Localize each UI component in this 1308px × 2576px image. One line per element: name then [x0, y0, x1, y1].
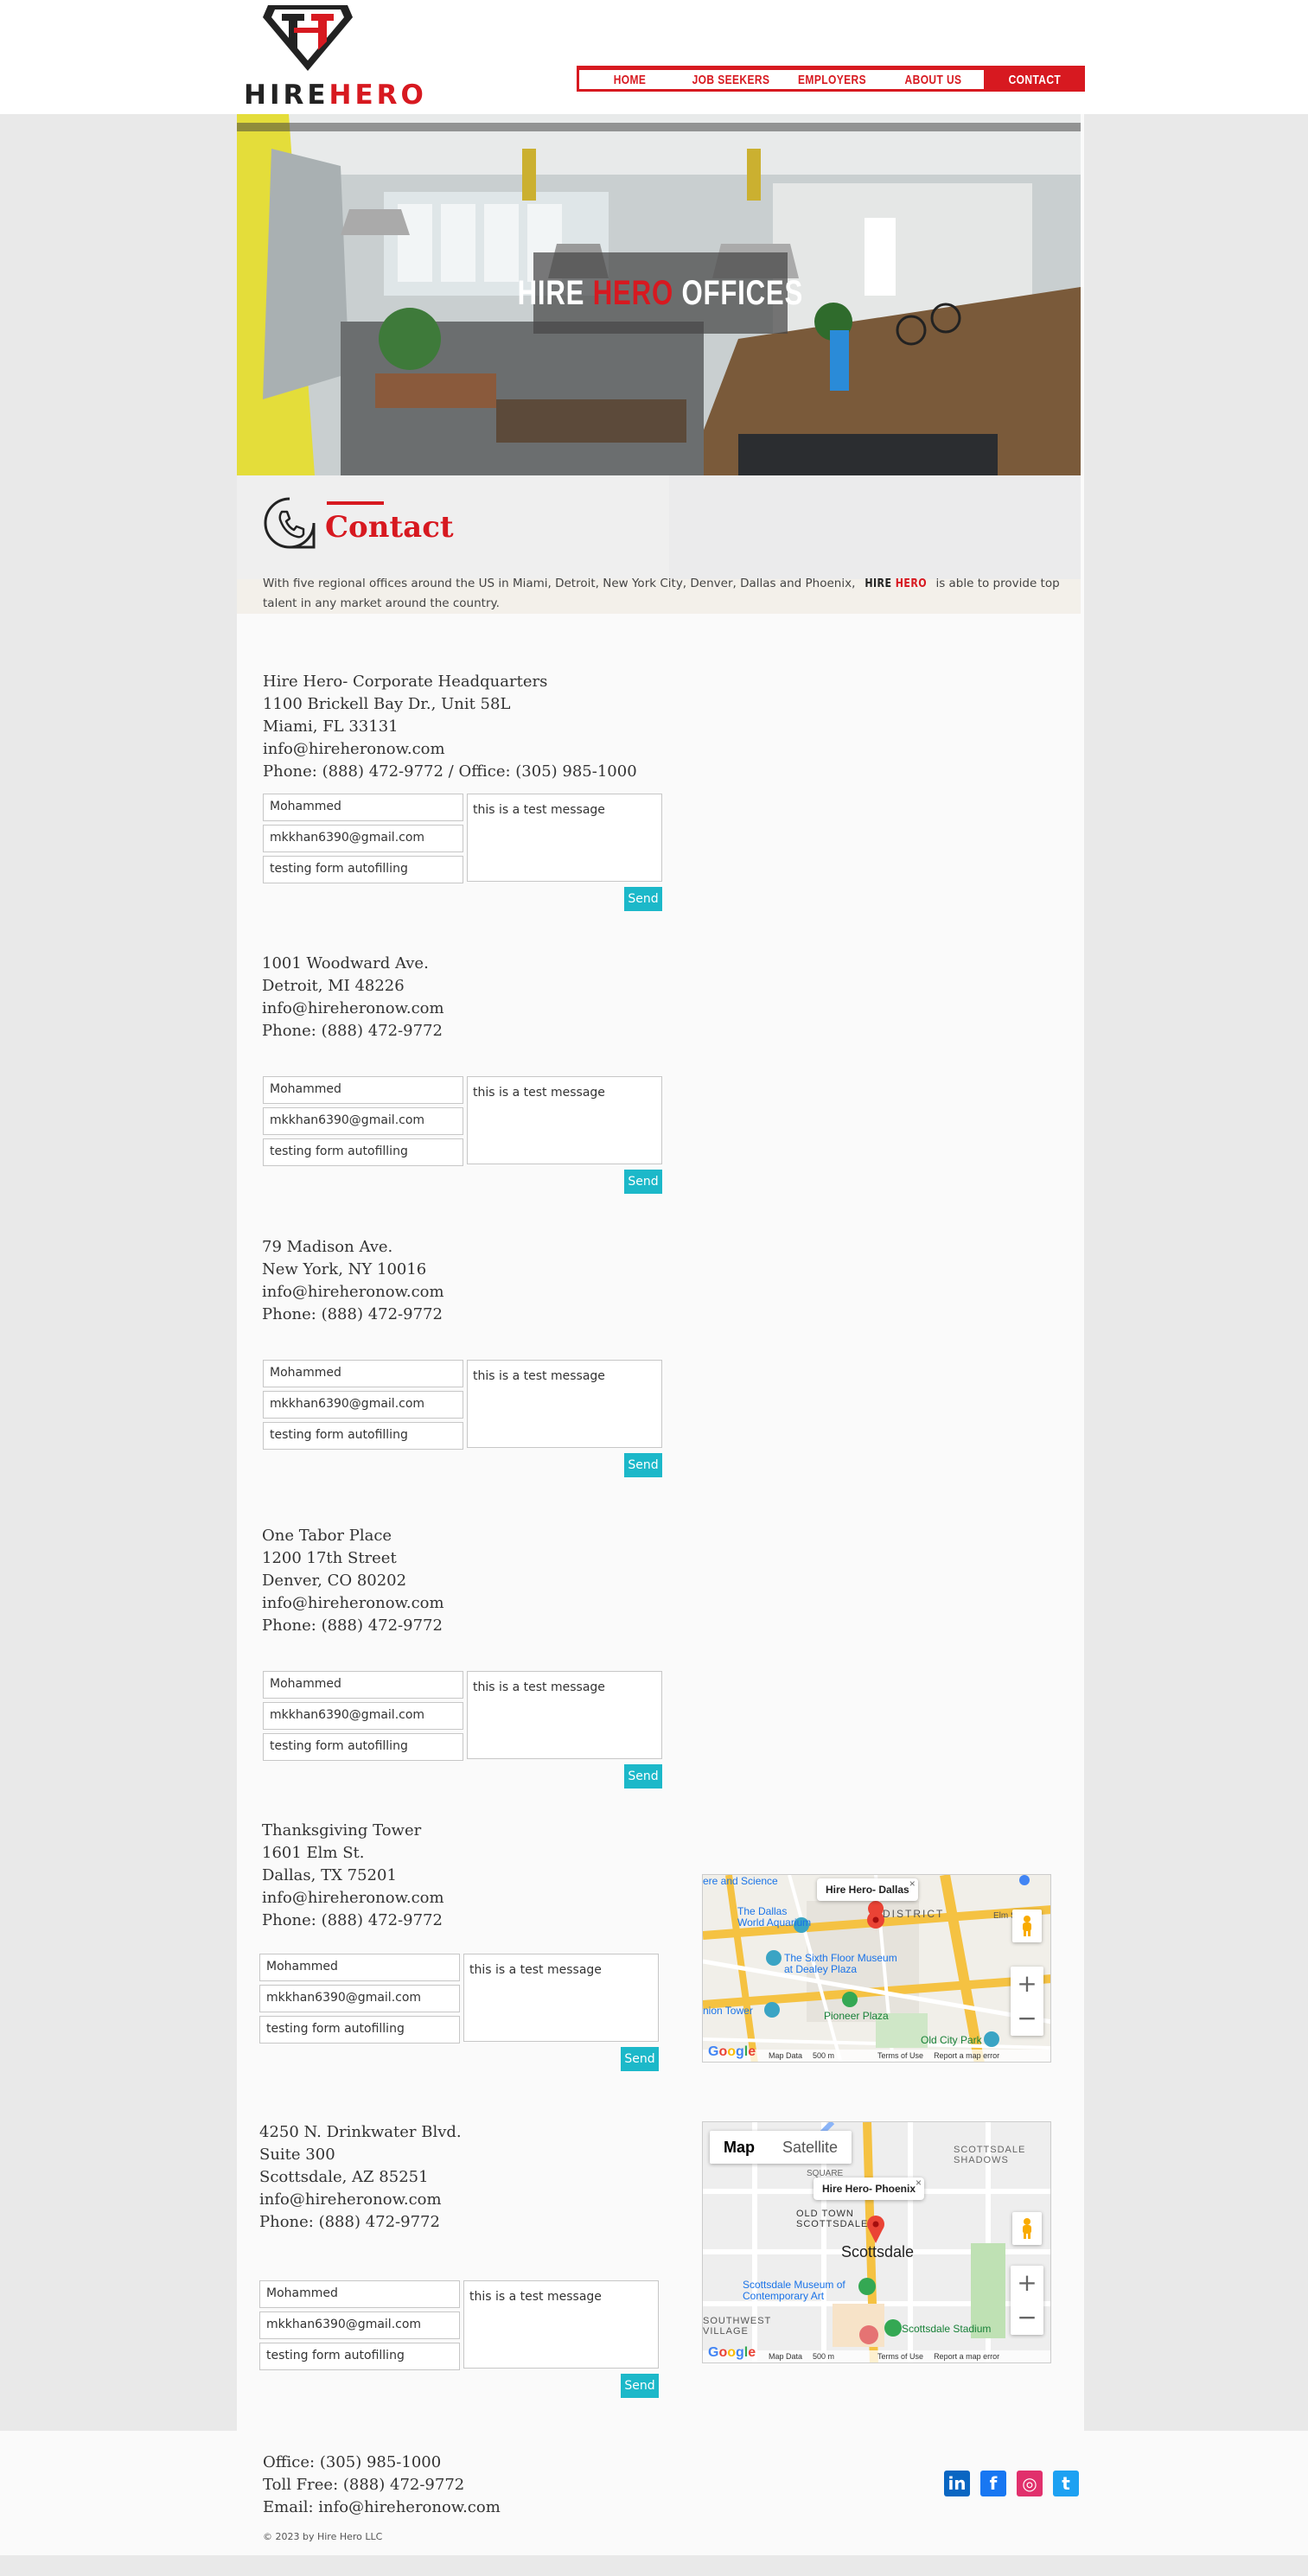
close-icon[interactable]: × — [909, 1878, 916, 1890]
send-button[interactable]: Send — [624, 887, 662, 911]
office-phone: Phone: (888) 472-9772 — [262, 1616, 443, 1635]
logo-emblem-icon — [263, 5, 353, 71]
send-button[interactable]: Send — [621, 2374, 659, 2398]
twitter-icon[interactable]: t — [1053, 2471, 1079, 2496]
pegman-icon[interactable] — [1012, 2212, 1042, 2245]
name-field[interactable]: Mohammed — [259, 2280, 460, 2308]
map-type-satellite[interactable]: Satellite — [769, 2131, 852, 2164]
zoom-in-button[interactable]: + — [1011, 1967, 1043, 2001]
intro-brand: HIRE HERO — [865, 577, 927, 590]
office-email[interactable]: info@hireheronow.com — [262, 998, 444, 1020]
office-phone: Phone: (888) 472-9772 — [262, 1911, 443, 1929]
phone-icon — [264, 497, 316, 549]
name-field[interactable]: Mohammed — [263, 794, 463, 821]
name-field[interactable]: Mohammed — [263, 1360, 463, 1387]
message-field[interactable]: this is a test message — [463, 1954, 659, 2042]
footer-office-phone: Office: (305) 985-1000 — [263, 2453, 442, 2471]
email-field[interactable]: mkkhan6390@gmail.com — [259, 1985, 460, 2012]
instagram-icon[interactable]: ◎ — [1017, 2471, 1043, 2496]
subject-field[interactable]: testing form autofilling — [263, 1733, 463, 1761]
subject-field[interactable]: testing form autofilling — [263, 856, 463, 883]
linkedin-icon[interactable]: in — [944, 2471, 970, 2496]
hire-hero-logo[interactable]: HIREHERO — [240, 2, 424, 112]
map-zoom-controls: + − — [1011, 1967, 1043, 2036]
nav-home[interactable]: HOME — [590, 70, 671, 89]
email-field[interactable]: mkkhan6390@gmail.com — [259, 2311, 460, 2339]
hero-office-photo: HIRE HERO OFFICES — [237, 114, 1081, 475]
main-nav: HOME JOB SEEKERS EMPLOYERS ABOUT US CONT… — [577, 66, 1085, 92]
footer-tollfree-phone: Toll Free: (888) 472-9772 — [263, 2476, 465, 2494]
contact-intro: With five regional offices around the US… — [263, 577, 1060, 610]
office-address-scottsdale: 4250 N. Drinkwater Blvd. Suite 300 Scott… — [259, 2121, 462, 2234]
title-accent-rule — [327, 501, 384, 505]
footer-email[interactable]: Email: info@hireheronow.com — [263, 2496, 501, 2519]
email-field[interactable]: mkkhan6390@gmail.com — [263, 1702, 463, 1730]
map-info-window: Hire Hero- Dallas × — [817, 1878, 918, 1901]
subject-field[interactable]: testing form autofilling — [263, 1138, 463, 1166]
name-field[interactable]: Mohammed — [263, 1671, 463, 1699]
hero-title: HIRE HERO OFFICES — [517, 273, 804, 312]
map-dallas[interactable]: ere and Science The Dallas World Aquariu… — [702, 1874, 1051, 2063]
message-field[interactable]: this is a test message — [467, 1076, 662, 1164]
contact-banner: Contact With five regional offices aroun… — [237, 475, 1081, 614]
name-field[interactable]: Mohammed — [263, 1076, 463, 1104]
pegman-icon[interactable] — [1012, 1910, 1042, 1942]
subject-field[interactable]: testing form autofilling — [263, 1422, 463, 1450]
zoom-out-button[interactable]: − — [1011, 2300, 1043, 2335]
office-phone: Phone: (888) 472-9772 / Office: (305) 98… — [263, 762, 637, 781]
subject-field[interactable]: testing form autofilling — [259, 2343, 460, 2370]
nav-about-us[interactable]: ABOUT US — [893, 70, 974, 89]
office-email[interactable]: info@hireheronow.com — [259, 2189, 462, 2211]
google-logo: Google — [708, 2345, 756, 2360]
email-field[interactable]: mkkhan6390@gmail.com — [263, 825, 463, 852]
message-field[interactable]: this is a test message — [463, 2280, 659, 2369]
office-email[interactable]: info@hireheronow.com — [262, 1281, 444, 1304]
office-phone: Phone: (888) 472-9772 — [259, 2213, 440, 2231]
map-type-map[interactable]: Map — [710, 2131, 769, 2164]
message-field[interactable]: this is a test message — [467, 1671, 662, 1759]
zoom-in-button[interactable]: + — [1011, 2266, 1043, 2300]
office-phone: Phone: (888) 472-9772 — [262, 1022, 443, 1040]
map-phoenix[interactable]: Map Satellite SCOTTSDALE SHADOWS OLD TOW… — [702, 2121, 1051, 2363]
office-address-new-york: 79 Madison Ave. New York, NY 10016 info@… — [262, 1236, 444, 1326]
logo-wordmark: HIREHERO — [244, 80, 427, 111]
send-button[interactable]: Send — [624, 1170, 662, 1194]
send-button[interactable]: Send — [624, 1764, 662, 1789]
zoom-out-button[interactable]: − — [1011, 2001, 1043, 2036]
subject-field[interactable]: testing form autofilling — [259, 2016, 460, 2044]
map-info-window: Hire Hero- Phoenix × — [814, 2177, 925, 2200]
send-button[interactable]: Send — [624, 1453, 662, 1477]
facebook-icon[interactable]: f — [980, 2471, 1006, 2496]
content-column: HIRE HERO OFFICES Contact With five regi… — [237, 114, 1084, 2431]
nav-job-seekers[interactable]: JOB SEEKERS — [691, 70, 772, 89]
site-footer: Office: (305) 985-1000 Toll Free: (888) … — [0, 2431, 1308, 2555]
send-button[interactable]: Send — [621, 2047, 659, 2071]
message-field[interactable]: this is a test message — [467, 794, 662, 882]
copyright: © 2023 by Hire Hero LLC — [263, 2531, 383, 2542]
contact-title: Contact — [325, 510, 454, 545]
footer-contact: Office: (305) 985-1000 Toll Free: (888) … — [263, 2452, 501, 2519]
office-email[interactable]: info@hireheronow.com — [262, 1887, 444, 1910]
email-field[interactable]: mkkhan6390@gmail.com — [263, 1391, 463, 1419]
map-type-toggle: Map Satellite — [710, 2131, 852, 2164]
email-field[interactable]: mkkhan6390@gmail.com — [263, 1107, 463, 1135]
google-logo: Google — [708, 2044, 756, 2059]
message-field[interactable]: this is a test message — [467, 1360, 662, 1448]
nav-contact[interactable]: CONTACT — [984, 70, 1085, 89]
nav-employers[interactable]: EMPLOYERS — [792, 70, 873, 89]
office-address-detroit: 1001 Woodward Ave. Detroit, MI 48226 inf… — [262, 953, 444, 1043]
office-email[interactable]: info@hireheronow.com — [262, 1592, 444, 1615]
office-address-denver: One Tabor Place 1200 17th Street Denver,… — [262, 1525, 444, 1637]
close-icon[interactable]: × — [916, 2177, 922, 2189]
map-zoom-controls: + − — [1011, 2266, 1043, 2335]
name-field[interactable]: Mohammed — [259, 1954, 460, 1981]
site-header: HIREHERO HOME JOB SEEKERS EMPLOYERS ABOU… — [0, 0, 1308, 114]
hero-title-box: HIRE HERO OFFICES — [518, 252, 802, 334]
office-phone: Phone: (888) 472-9772 — [262, 1305, 443, 1323]
office-email[interactable]: info@hireheronow.com — [263, 738, 637, 761]
office-address-miami: Hire Hero- Corporate Headquarters 1100 B… — [263, 671, 637, 783]
office-address-dallas: Thanksgiving Tower 1601 Elm St. Dallas, … — [262, 1820, 444, 1932]
